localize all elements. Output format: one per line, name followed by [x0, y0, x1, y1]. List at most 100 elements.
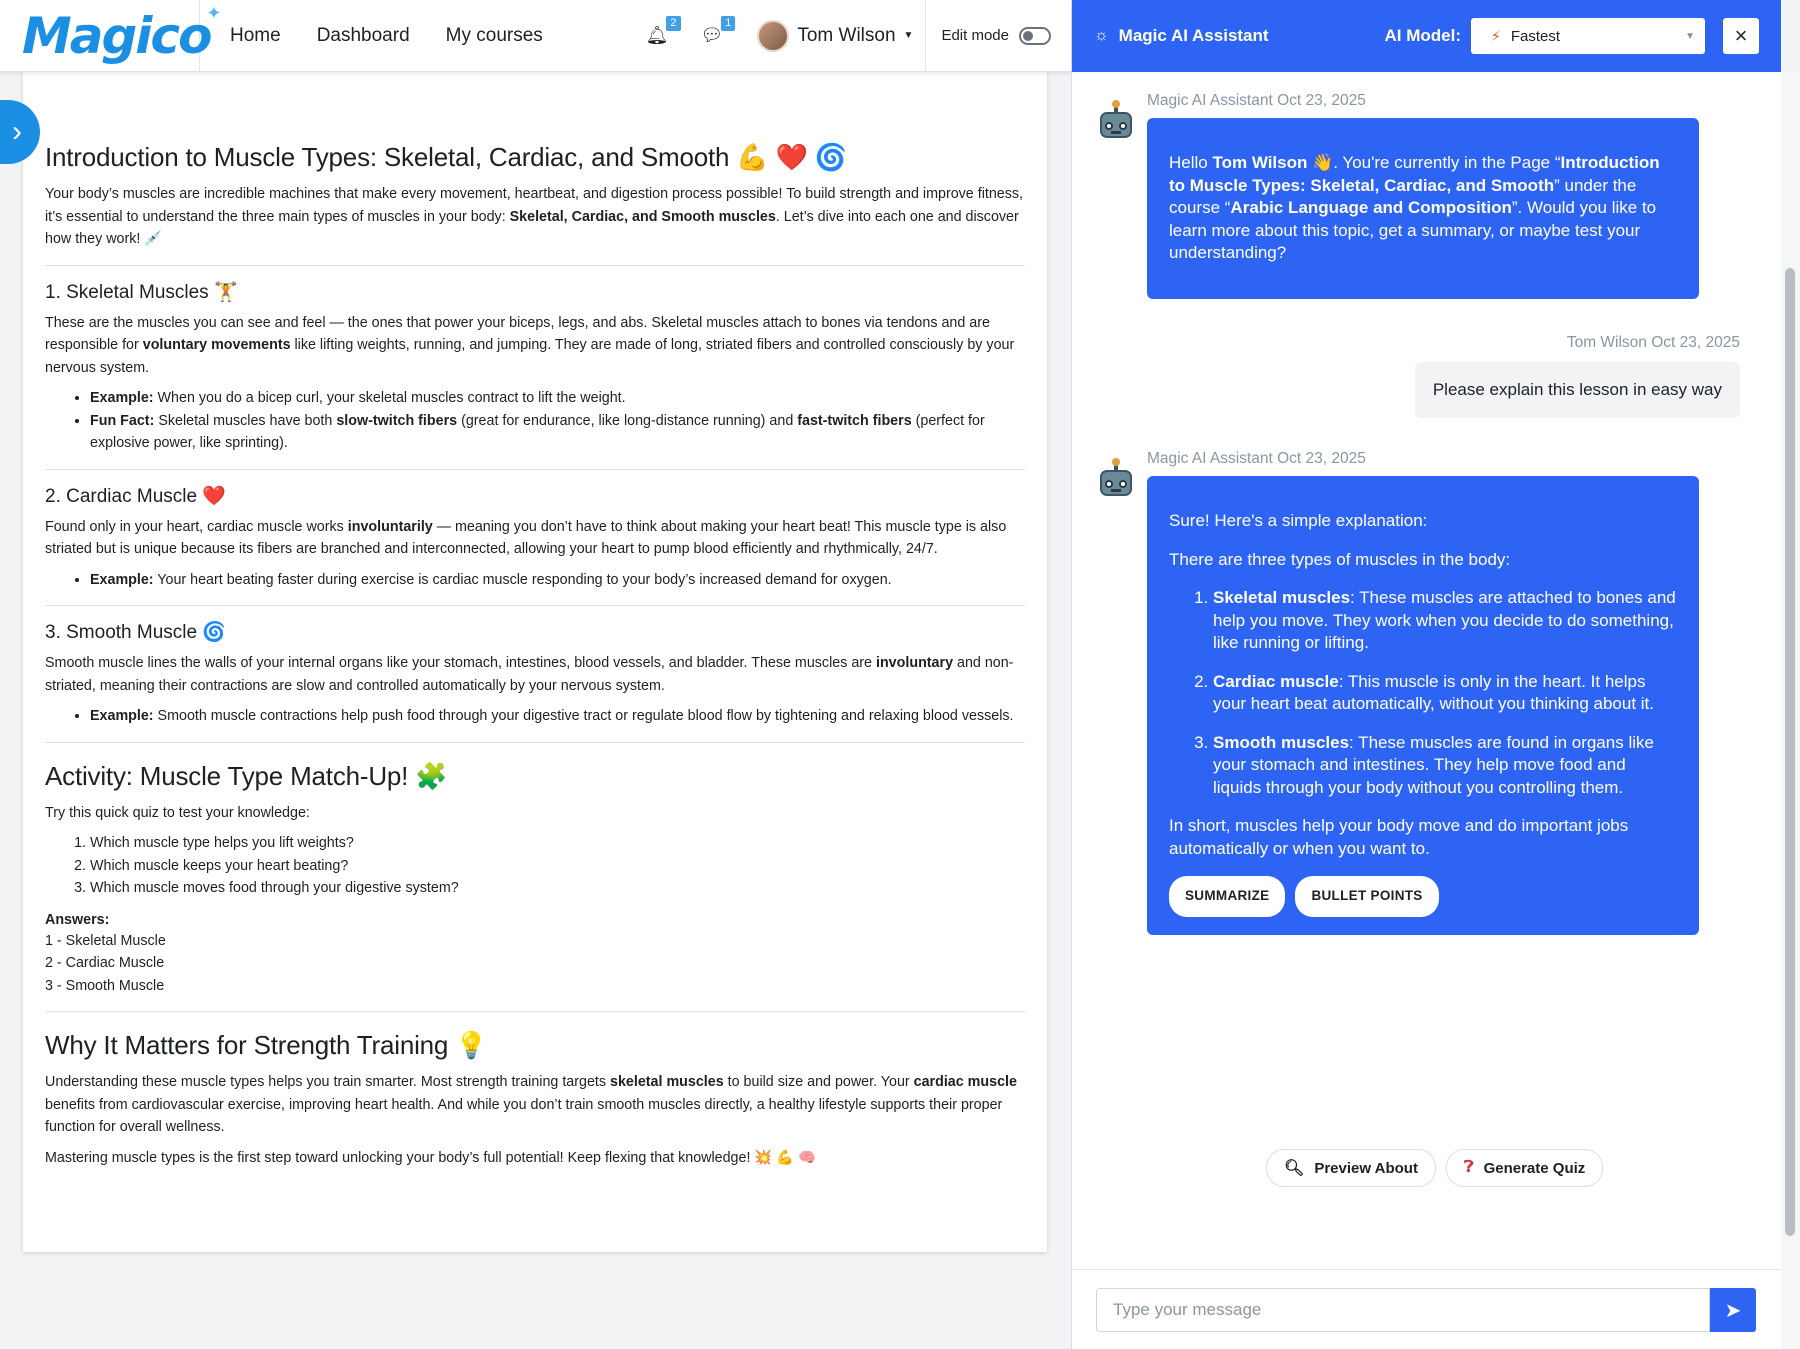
lesson-content: Introduction to Muscle Types: Skeletal, … [23, 72, 1047, 1252]
edit-mode-control: Edit mode [925, 0, 1071, 72]
lesson-intro: Your body’s muscles are incredible machi… [45, 186, 1024, 247]
cardiac-list: Example: Your heart beating faster durin… [90, 569, 1025, 592]
messages-badge: 1 [721, 16, 736, 31]
user-message: Tom Wilson Oct 23, 2025 Please explain t… [1414, 334, 1740, 418]
avatar [757, 19, 790, 52]
assistant-message: Magic AI Assistant Oct 23, 2025 Hello To… [1096, 92, 1699, 299]
skeletal-paragraph: These are the muscles you can see and fe… [45, 314, 1015, 376]
list-item: Which muscle type helps you lift weights… [90, 832, 1025, 855]
message-meta: Magic AI Assistant Oct 23, 2025 [1147, 92, 1366, 109]
message-bubble: Hello Tom Wilson 👋. You're currently in … [1147, 118, 1699, 299]
reply-lead: There are three types of muscles in the … [1169, 549, 1511, 569]
panel-scrollbar[interactable] [1781, 72, 1800, 1349]
robot-icon [1096, 458, 1136, 500]
closing-paragraph: Mastering muscle types is the first step… [45, 1149, 816, 1166]
nav-dashboard[interactable]: Dashboard [299, 0, 428, 72]
chat-bubbles-icon: 💬︎ [700, 25, 724, 45]
divider [45, 605, 1025, 606]
preview-about-button[interactable]: 🔍︎ Preview About [1266, 1149, 1436, 1187]
bullet-points-button[interactable]: BULLET POINTS [1295, 876, 1439, 917]
list-item: Example: When you do a bicep curl, your … [90, 387, 1025, 410]
list-item: Example: Smooth muscle contractions help… [90, 705, 1025, 728]
smooth-list: Example: Smooth muscle contractions help… [90, 705, 1025, 728]
message-composer: ➤ [1072, 1269, 1782, 1349]
edit-mode-label: Edit mode [941, 27, 1009, 44]
assistant-header: ☼ Magic AI Assistant AI Model: ⚡︎ Fastes… [1072, 0, 1781, 72]
reply-list: Skeletal muscles: These muscles are atta… [1213, 587, 1677, 799]
nav-home[interactable]: Home [212, 0, 299, 72]
list-item: Fun Fact: Skeletal muscles have both slo… [90, 410, 1025, 455]
generate-quiz-button[interactable]: ❓︎ Generate Quiz [1445, 1149, 1604, 1187]
bell-icon: 🔔︎ [645, 25, 669, 45]
cardiac-heading: 2. Cardiac Muscle ❤️ [45, 485, 226, 507]
user-name: Tom Wilson [797, 24, 896, 46]
ai-model-select[interactable]: ⚡︎ Fastest ▼ [1471, 18, 1705, 54]
send-button[interactable]: ➤ [1710, 1288, 1756, 1332]
paper-plane-icon: ➤ [1724, 1299, 1742, 1322]
divider [45, 468, 1025, 470]
divider [45, 264, 1025, 266]
bolt-icon: ⚡︎ [1491, 27, 1501, 44]
answers-label: Answers: [45, 911, 110, 928]
close-assistant-button[interactable]: × [1723, 18, 1759, 54]
message-input[interactable] [1096, 1288, 1710, 1332]
message-meta: Tom Wilson Oct 23, 2025 [1566, 334, 1740, 351]
list-item: Smooth muscles: These muscles are found … [1213, 732, 1677, 800]
list-item: Cardiac muscle: This muscle is only in t… [1213, 671, 1677, 716]
message-bubble: Please explain this lesson in easy way [1414, 362, 1740, 418]
quick-actions: 🔍︎ Preview About ❓︎ Generate Quiz [1266, 1149, 1604, 1187]
scrollbar-thumb[interactable] [1785, 268, 1795, 1236]
nav-my-courses[interactable]: My courses [428, 0, 561, 72]
smooth-heading: 3. Smooth Muscle 🌀 [45, 622, 227, 643]
quiz-questions: Which muscle type helps you lift weights… [90, 832, 1025, 900]
chevron-down-icon: ▼ [1685, 30, 1695, 42]
close-icon: × [1734, 23, 1748, 48]
activity-heading: Activity: Muscle Type Match-Up! 🧩 [45, 760, 448, 791]
reply-actions: SUMMARIZE BULLET POINTS [1169, 876, 1677, 917]
skeletal-list: Example: When you do a bicep curl, your … [90, 387, 1025, 455]
model-value: Fastest [1510, 27, 1561, 45]
caret-down-icon: ▼ [903, 30, 914, 41]
chevron-right-icon: › [12, 115, 22, 148]
reply-summary: In short, muscles help your body move an… [1169, 816, 1629, 858]
divider [45, 741, 1025, 743]
message-meta: Magic AI Assistant Oct 23, 2025 [1147, 450, 1366, 467]
edit-mode-toggle[interactable] [1019, 26, 1051, 45]
messages-button[interactable]: 💬︎ 1 [700, 16, 736, 46]
skeletal-heading: 1. Skeletal Muscles 🏋 [45, 281, 238, 303]
answer-line: 2 - Cardiac Muscle [45, 955, 165, 971]
summarize-button[interactable]: SUMMARIZE [1169, 876, 1286, 917]
navbar-actions: 🔔︎ 2 💬︎ 1 Tom Wilson ▼ [646, 0, 926, 72]
list-item: Which muscle keeps your heart beating? [90, 855, 1025, 878]
lightbulb-icon: ☼ [1094, 27, 1109, 44]
cardiac-paragraph: Found only in your heart, cardiac muscle… [45, 518, 1007, 558]
why-heading: Why It Matters for Strength Training 💡 [45, 1030, 488, 1060]
divider [45, 1011, 1025, 1012]
message-bubble: Sure! Here's a simple explanation: There… [1147, 476, 1699, 935]
primary-nav: Home Dashboard My courses [212, 0, 561, 72]
model-label: AI Model: [1384, 26, 1462, 45]
question-mark-icon: ❓︎ [1463, 1159, 1474, 1176]
ai-assistant-panel: ☼ Magic AI Assistant AI Model: ⚡︎ Fastes… [1071, 0, 1782, 1349]
list-item: Example: Your heart beating faster durin… [90, 569, 1025, 592]
top-navbar: Magico ✦ Home Dashboard My courses 🔔︎ 2 💬… [0, 0, 1071, 72]
site-logo[interactable]: Magico ✦ [0, 0, 222, 72]
reply-intro: Sure! Here's a simple explanation: [1169, 511, 1428, 530]
activity-intro: Try this quick quiz to test your knowled… [45, 804, 310, 821]
list-item: Skeletal muscles: These muscles are atta… [1213, 587, 1677, 655]
why-paragraph: Understanding these muscle types helps y… [45, 1074, 1017, 1135]
sparkle-icon: ✦ [206, 3, 221, 24]
notifications-button[interactable]: 🔔︎ 2 [645, 16, 681, 46]
robot-icon [1096, 100, 1136, 142]
assistant-message: Magic AI Assistant Oct 23, 2025 Sure! He… [1096, 450, 1699, 935]
chat-history[interactable]: Magic AI Assistant Oct 23, 2025 Hello To… [1072, 72, 1782, 1252]
search-icon: 🔍︎ [1284, 1160, 1305, 1177]
lesson-title: Introduction to Muscle Types: Skeletal, … [45, 142, 847, 172]
smooth-paragraph: Smooth muscle lines the walls of your in… [45, 655, 1014, 694]
answer-line: 3 - Smooth Muscle [45, 977, 165, 994]
answer-line: 1 - Skeletal Muscle [45, 932, 166, 949]
list-item: Which muscle moves food through your dig… [90, 877, 1025, 900]
notifications-badge: 2 [666, 16, 681, 31]
assistant-title: ☼ Magic AI Assistant [1094, 26, 1269, 45]
user-menu[interactable]: Tom Wilson ▼ [757, 19, 914, 52]
